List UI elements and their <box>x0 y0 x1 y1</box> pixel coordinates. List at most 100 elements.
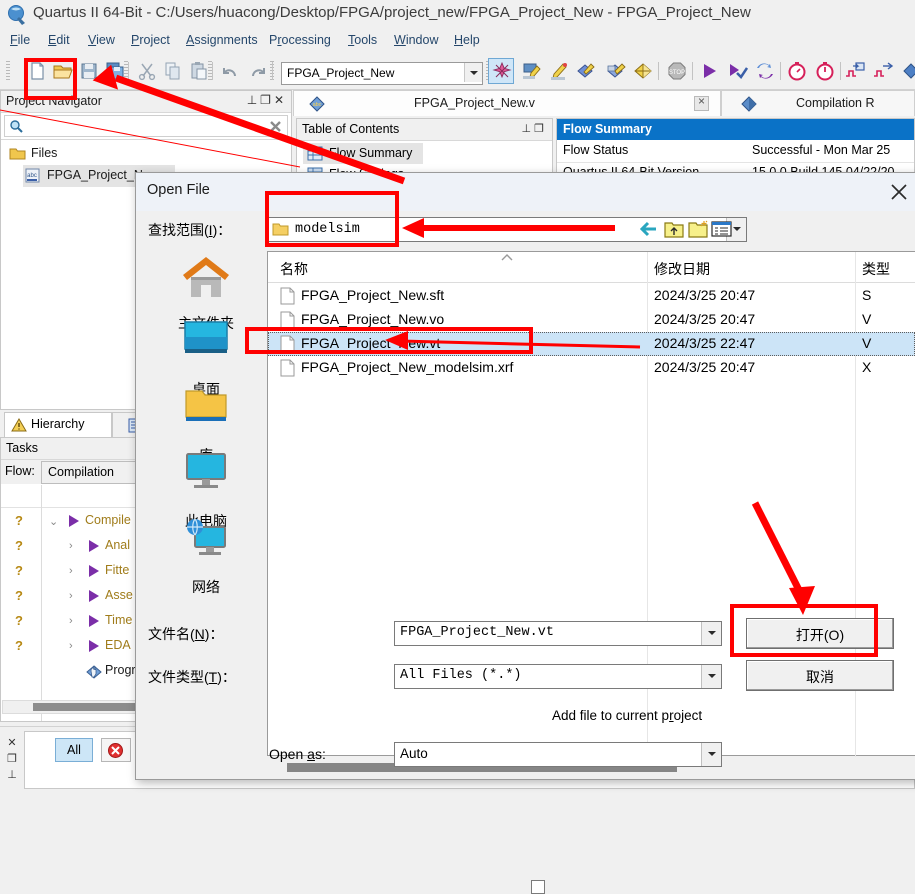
task-label: EDA <box>105 638 131 652</box>
file-date: 2024/3/25 22:47 <box>654 335 756 351</box>
timing-diamond-icon[interactable] <box>632 60 654 82</box>
file-row-selected[interactable]: FPGA_Project_New.vt 2024/3/25 22:47 V <box>268 332 915 356</box>
analysis-pencil-icon[interactable] <box>520 60 542 82</box>
copy-icon[interactable] <box>162 60 184 82</box>
new-document-icon[interactable] <box>26 60 48 82</box>
paste-icon[interactable] <box>188 60 210 82</box>
stop-sign-icon[interactable]: STOP <box>666 60 688 82</box>
clock-red-icon[interactable] <box>814 60 836 82</box>
menu-project[interactable]: Project <box>131 33 170 47</box>
pin-icon[interactable]: ⊥ <box>247 93 260 107</box>
chevron-right-icon[interactable]: › <box>69 565 73 577</box>
window-titlebar: Quartus II 64-Bit - C:/Users/huacong/Des… <box>0 0 915 29</box>
editor-tab-verilog[interactable]: abc FPGA_Project_New.v <box>293 90 721 116</box>
close-icon[interactable] <box>694 94 709 111</box>
file-row[interactable]: FPGA_Project_New.vo 2024/3/25 20:47 V <box>268 308 915 332</box>
desktop-icon <box>184 321 228 353</box>
restore-icon[interactable]: ❐ <box>260 93 274 107</box>
pin-icon[interactable]: ⊥ <box>522 123 535 135</box>
panel-window-buttons[interactable]: ⊥❐✕ <box>247 93 287 107</box>
menu-file[interactable]: File <box>10 33 30 47</box>
close-icon[interactable]: ✕ <box>274 93 287 107</box>
file-row[interactable]: FPGA_Project_New.sft 2024/3/25 20:47 S <box>268 284 915 308</box>
recycle-icon[interactable] <box>754 60 776 82</box>
assembler-icon[interactable] <box>604 60 626 82</box>
chevron-down-icon[interactable] <box>701 665 721 688</box>
dialog-title: Open File <box>147 182 210 198</box>
chevron-down-icon[interactable] <box>464 63 482 82</box>
view-list-icon[interactable] <box>711 219 741 239</box>
up-folder-icon[interactable] <box>663 219 685 239</box>
file-type: X <box>862 359 872 375</box>
toolbar-separator <box>212 62 213 80</box>
close-x-icon[interactable] <box>888 181 910 203</box>
pencil-icon[interactable] <box>548 60 570 82</box>
close-icon[interactable]: ✕ <box>4 735 20 751</box>
play-triangle-icon[interactable] <box>698 60 720 82</box>
search-input[interactable] <box>4 115 288 137</box>
openas-combobox[interactable]: Auto <box>394 742 722 767</box>
pin-icon[interactable]: ⊥ <box>4 767 20 783</box>
open-button[interactable]: 打开(O) <box>746 618 894 649</box>
chevron-down-icon[interactable]: ⌄ <box>49 515 58 528</box>
floppy-save-icon[interactable] <box>78 60 100 82</box>
menu-help[interactable]: Help <box>454 33 480 47</box>
tree-row-files[interactable]: Files <box>1 143 293 165</box>
add-file-checkbox[interactable] <box>531 880 545 894</box>
tab-hierarchy[interactable]: Hierarchy <box>4 412 112 437</box>
messages-side-buttons[interactable]: ✕ ❐ ⊥ <box>4 735 20 783</box>
toc-window-buttons[interactable]: ⊥❐ <box>522 122 547 135</box>
filename-value: FPGA_Project_New.vt <box>400 625 554 640</box>
filename-input[interactable]: FPGA_Project_New.vt <box>394 621 722 646</box>
column-name[interactable]: 名称 <box>280 259 308 279</box>
cancel-button[interactable]: 取消 <box>746 660 894 691</box>
task-status: ? <box>15 613 23 628</box>
restore-icon[interactable]: ❐ <box>4 751 20 767</box>
open-folder-icon[interactable] <box>52 60 74 82</box>
toc-item-flow-summary[interactable]: Flow Summary <box>303 143 423 164</box>
menu-tools[interactable]: Tools <box>348 33 377 47</box>
chevron-down-icon[interactable] <box>701 743 721 766</box>
redo-arrow-icon[interactable] <box>246 60 268 82</box>
menu-processing[interactable]: Processing <box>269 33 331 47</box>
menu-view[interactable]: View <box>88 33 115 47</box>
flow-summary-title: Flow Summary <box>563 122 652 136</box>
column-modified[interactable]: 修改日期 <box>654 259 710 279</box>
place-network[interactable]: 网络 <box>146 515 266 597</box>
filter-all-button[interactable]: All <box>55 738 93 762</box>
revision-combobox[interactable]: FPGA_Project_New <box>281 62 483 85</box>
filter-errors-button[interactable] <box>101 738 131 762</box>
task-status: ? <box>15 513 23 528</box>
filetype-combobox[interactable]: All Files (*.*) <box>394 664 722 689</box>
play-check-icon[interactable] <box>726 60 748 82</box>
chevron-down-icon[interactable] <box>701 622 721 645</box>
clear-x-icon[interactable] <box>268 119 283 134</box>
chevron-right-icon[interactable]: › <box>69 590 73 602</box>
quartus-logo-icon <box>8 5 25 25</box>
editor-tab-label: FPGA_Project_New.v <box>414 96 535 110</box>
editor-tab-compilation-report[interactable]: Compilation R <box>721 90 915 116</box>
compile-star-icon[interactable] <box>491 60 513 82</box>
restore-icon[interactable]: ❐ <box>534 123 547 135</box>
column-type[interactable]: 类型 <box>862 259 890 279</box>
waveform-in-icon[interactable] <box>844 60 866 82</box>
back-arrow-icon[interactable] <box>639 219 661 239</box>
chevron-right-icon[interactable]: › <box>69 615 73 627</box>
file-row[interactable]: FPGA_Project_New_modelsim.xrf 2024/3/25 … <box>268 356 915 380</box>
undo-arrow-icon[interactable] <box>220 60 242 82</box>
chip-blue-icon[interactable] <box>900 60 915 82</box>
chevron-right-icon[interactable]: › <box>69 640 73 652</box>
add-file-label: Add file to current project <box>552 708 703 723</box>
editor-tabstrip: abc FPGA_Project_New.v Compilation R <box>293 90 915 116</box>
new-folder-icon[interactable] <box>687 219 709 239</box>
waveform-out-icon[interactable] <box>872 60 894 82</box>
menu-window[interactable]: Window <box>394 33 438 47</box>
fitter-diamond-icon[interactable] <box>574 60 596 82</box>
scissors-icon[interactable] <box>136 60 158 82</box>
menu-edit[interactable]: Edit <box>48 33 70 47</box>
chevron-right-icon[interactable]: › <box>69 540 73 552</box>
save-all-icon[interactable] <box>104 60 126 82</box>
stopwatch-red-icon[interactable] <box>786 60 808 82</box>
menu-assignments[interactable]: Assignments <box>186 33 258 47</box>
filter-all-label: All <box>67 743 81 757</box>
